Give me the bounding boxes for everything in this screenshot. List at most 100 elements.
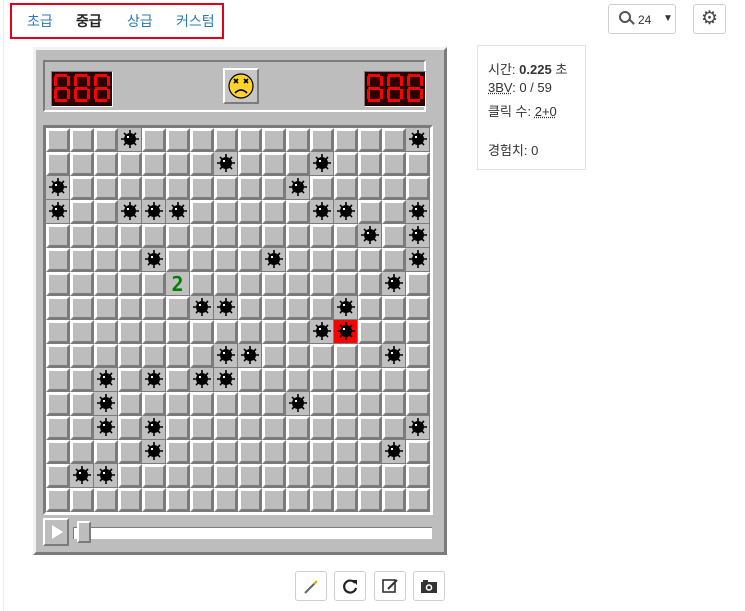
closed-cell[interactable] xyxy=(94,320,118,344)
mine-cell[interactable] xyxy=(118,128,142,152)
closed-cell[interactable] xyxy=(334,440,358,464)
restart-button[interactable] xyxy=(334,571,366,601)
closed-cell[interactable] xyxy=(94,488,118,512)
closed-cell[interactable] xyxy=(262,440,286,464)
closed-cell[interactable] xyxy=(214,200,238,224)
mine-cell[interactable] xyxy=(46,200,70,224)
closed-cell[interactable] xyxy=(142,224,166,248)
mine-cell[interactable] xyxy=(142,200,166,224)
nav-expert[interactable]: 상급 xyxy=(127,11,153,31)
closed-cell[interactable] xyxy=(94,248,118,272)
closed-cell[interactable] xyxy=(70,272,94,296)
closed-cell[interactable] xyxy=(358,416,382,440)
closed-cell[interactable] xyxy=(382,464,406,488)
closed-cell[interactable] xyxy=(46,224,70,248)
closed-cell[interactable] xyxy=(262,464,286,488)
closed-cell[interactable] xyxy=(238,128,262,152)
closed-cell[interactable] xyxy=(286,320,310,344)
closed-cell[interactable] xyxy=(262,272,286,296)
closed-cell[interactable] xyxy=(190,488,214,512)
closed-cell[interactable] xyxy=(334,152,358,176)
closed-cell[interactable] xyxy=(142,128,166,152)
closed-cell[interactable] xyxy=(358,200,382,224)
mine-cell[interactable] xyxy=(166,200,190,224)
mine-cell[interactable] xyxy=(94,368,118,392)
closed-cell[interactable] xyxy=(94,344,118,368)
closed-cell[interactable] xyxy=(262,320,286,344)
closed-cell[interactable] xyxy=(190,128,214,152)
closed-cell[interactable] xyxy=(190,440,214,464)
closed-cell[interactable] xyxy=(70,176,94,200)
closed-cell[interactable] xyxy=(358,344,382,368)
closed-cell[interactable] xyxy=(358,152,382,176)
closed-cell[interactable] xyxy=(166,344,190,368)
closed-cell[interactable] xyxy=(310,296,334,320)
closed-cell[interactable] xyxy=(406,320,430,344)
closed-cell[interactable] xyxy=(70,296,94,320)
mine-cell[interactable] xyxy=(142,248,166,272)
closed-cell[interactable] xyxy=(238,368,262,392)
closed-cell[interactable] xyxy=(118,296,142,320)
closed-cell[interactable] xyxy=(118,368,142,392)
closed-cell[interactable] xyxy=(310,416,334,440)
closed-cell[interactable] xyxy=(190,248,214,272)
nav-beginner[interactable]: 초급 xyxy=(27,11,53,31)
closed-cell[interactable] xyxy=(46,128,70,152)
closed-cell[interactable] xyxy=(262,296,286,320)
closed-cell[interactable] xyxy=(166,248,190,272)
closed-cell[interactable] xyxy=(286,296,310,320)
closed-cell[interactable] xyxy=(238,464,262,488)
closed-cell[interactable] xyxy=(214,176,238,200)
closed-cell[interactable] xyxy=(262,200,286,224)
mine-cell[interactable] xyxy=(46,176,70,200)
closed-cell[interactable] xyxy=(190,464,214,488)
closed-cell[interactable] xyxy=(238,320,262,344)
mine-cell[interactable] xyxy=(262,248,286,272)
closed-cell[interactable] xyxy=(166,152,190,176)
mine-cell[interactable] xyxy=(406,416,430,440)
closed-cell[interactable] xyxy=(214,272,238,296)
closed-cell[interactable] xyxy=(214,464,238,488)
mine-cell[interactable] xyxy=(70,464,94,488)
closed-cell[interactable] xyxy=(70,152,94,176)
closed-cell[interactable] xyxy=(334,344,358,368)
closed-cell[interactable] xyxy=(46,416,70,440)
closed-cell[interactable] xyxy=(190,200,214,224)
closed-cell[interactable] xyxy=(334,272,358,296)
edit-button[interactable] xyxy=(374,571,406,601)
closed-cell[interactable] xyxy=(310,128,334,152)
closed-cell[interactable] xyxy=(382,248,406,272)
mine-cell[interactable] xyxy=(118,200,142,224)
closed-cell[interactable] xyxy=(334,248,358,272)
closed-cell[interactable] xyxy=(358,176,382,200)
closed-cell[interactable] xyxy=(382,296,406,320)
closed-cell[interactable] xyxy=(190,392,214,416)
closed-cell[interactable] xyxy=(142,344,166,368)
closed-cell[interactable] xyxy=(46,272,70,296)
closed-cell[interactable] xyxy=(238,200,262,224)
closed-cell[interactable] xyxy=(334,224,358,248)
closed-cell[interactable] xyxy=(310,344,334,368)
closed-cell[interactable] xyxy=(358,440,382,464)
closed-cell[interactable] xyxy=(46,320,70,344)
closed-cell[interactable] xyxy=(46,440,70,464)
closed-cell[interactable] xyxy=(382,152,406,176)
closed-cell[interactable] xyxy=(262,224,286,248)
mine-cell[interactable] xyxy=(94,416,118,440)
mine-cell[interactable] xyxy=(190,296,214,320)
closed-cell[interactable] xyxy=(118,416,142,440)
closed-cell[interactable] xyxy=(94,224,118,248)
closed-cell[interactable] xyxy=(70,392,94,416)
closed-cell[interactable] xyxy=(310,224,334,248)
mine-cell[interactable] xyxy=(142,440,166,464)
closed-cell[interactable] xyxy=(382,488,406,512)
mine-cell[interactable] xyxy=(286,392,310,416)
closed-cell[interactable] xyxy=(286,488,310,512)
closed-cell[interactable] xyxy=(46,344,70,368)
closed-cell[interactable] xyxy=(262,344,286,368)
closed-cell[interactable] xyxy=(310,272,334,296)
closed-cell[interactable] xyxy=(166,464,190,488)
closed-cell[interactable] xyxy=(262,128,286,152)
closed-cell[interactable] xyxy=(406,392,430,416)
closed-cell[interactable] xyxy=(310,176,334,200)
